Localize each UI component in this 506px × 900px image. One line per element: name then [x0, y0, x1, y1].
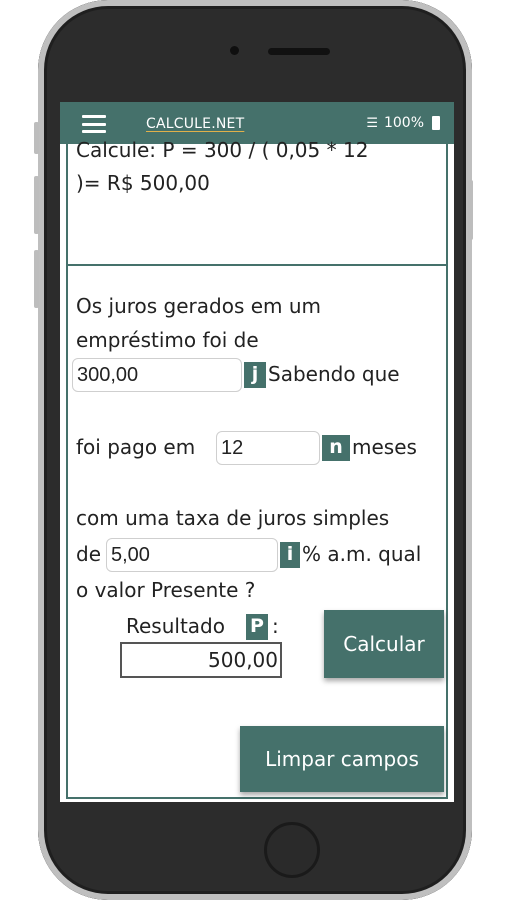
result-field: 500,00 [120, 642, 282, 678]
result-colon: : [272, 614, 279, 638]
app-title[interactable]: CALCULE.NET [146, 116, 244, 132]
speaker [268, 48, 330, 55]
text-line: empréstimo foi de [76, 328, 259, 352]
divider [68, 264, 448, 266]
side-button [34, 250, 39, 308]
result-badge: P [246, 614, 268, 640]
result-label-text: Resultado [126, 614, 225, 638]
screen: CALCULE.NET ☰ 100% Calcule: P = 300 / ( … [60, 102, 454, 802]
formula: Calcule: P = 300 / ( 0,05 * 12 )= R$ 500… [76, 134, 436, 200]
content-box: Calcule: P = 300 / ( 0,05 * 12 )= R$ 500… [66, 138, 448, 799]
calcular-button[interactable]: Calcular [324, 610, 444, 678]
taxa-input[interactable] [106, 538, 278, 572]
front-camera [230, 46, 239, 55]
result-label: Resultado [126, 610, 225, 643]
formula-line-1: Calcule: P = 300 / ( 0,05 * 12 [76, 138, 369, 162]
text-line: Sabendo que [268, 362, 400, 386]
taxa-badge: i [280, 542, 300, 568]
wifi-signal-icon: ☰ [366, 115, 378, 131]
limpar-campos-button[interactable]: Limpar campos [240, 726, 444, 792]
text-line: meses [352, 435, 417, 459]
formula-line-2: )= R$ 500,00 [76, 171, 210, 195]
menu-icon[interactable] [82, 115, 106, 133]
battery-icon [432, 116, 440, 130]
battery-label: 100% [383, 115, 424, 131]
text-line: foi pago em [76, 435, 196, 459]
juros-badge: j [244, 362, 266, 388]
meses-badge: n [322, 435, 350, 461]
text-line: de [76, 542, 101, 566]
text-line: o valor Presente ? [76, 578, 256, 602]
status-icons: ☰ 100% [366, 115, 440, 131]
text-line: com uma taxa de juros simples [76, 506, 390, 530]
meses-input[interactable] [216, 431, 320, 465]
text-line: % a.m. qual [302, 542, 422, 566]
side-button [34, 176, 39, 234]
side-button [34, 122, 39, 154]
home-button[interactable] [264, 822, 320, 878]
juros-input[interactable] [72, 358, 242, 392]
side-button [468, 180, 473, 240]
text-line: Os juros gerados em um [76, 294, 322, 318]
